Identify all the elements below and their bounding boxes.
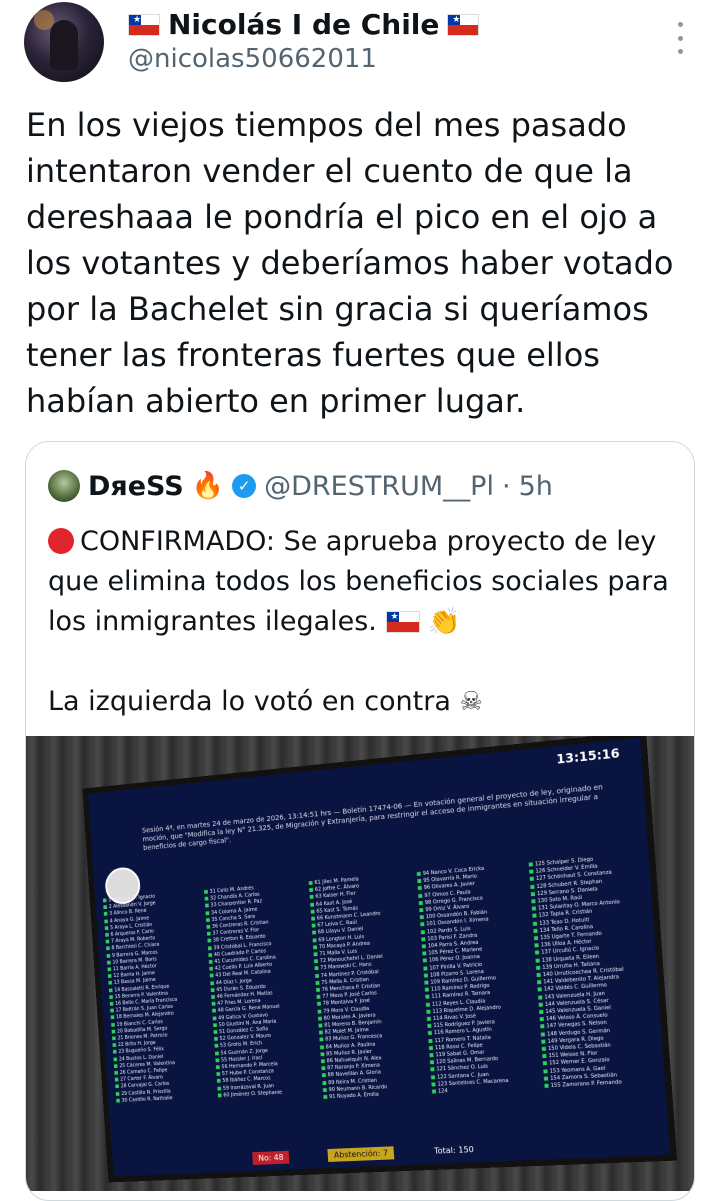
vote-column-4: 94 Ñanco V. Coca Ericka95 Olavarría R. M… <box>416 862 543 1133</box>
avatar-figure <box>50 20 78 70</box>
quoted-paragraph-2: La izquierda lo votó en contra ☠ <box>48 682 678 722</box>
chile-flag-icon: ★ <box>447 13 480 36</box>
quoted-line-2: La izquierda lo votó en contra <box>48 686 451 717</box>
quoted-author-avatar[interactable] <box>48 470 80 502</box>
quoted-author-name[interactable]: DяeSS <box>88 471 184 502</box>
no-votes-count: No: 48 <box>252 1150 290 1165</box>
vote-column-1: 1 Achurra D. Ignacio2 Alessandri V. Jorg… <box>102 890 217 1147</box>
separator-dot: · <box>501 470 511 502</box>
quoted-tweet[interactable]: DяeSS 🔥 ✓ @DRESTRUM__Pl · 5h CONFIRMADO:… <box>25 441 695 1201</box>
quoted-tweet-header: DяeSS 🔥 ✓ @DRESTRUM__Pl · 5h <box>48 470 553 502</box>
voting-board: 13:15:16 Sesión 4ª, en martes 24 de marz… <box>88 737 671 1177</box>
more-options-icon[interactable] <box>672 22 688 54</box>
skull-crossbones-icon: ☠ <box>459 687 483 717</box>
abstention-count: Abstención: 7 <box>327 1145 395 1162</box>
total-votes: Total: 150 <box>433 1144 475 1156</box>
fire-icon: 🔥 <box>191 471 225 501</box>
vote-column-2: 31 Celis M. Andrés32 Chandía A. Carlos33… <box>204 881 322 1143</box>
quoted-author-handle[interactable]: @DRESTRUM__Pl <box>264 471 494 502</box>
author-avatar[interactable] <box>24 2 104 82</box>
author-name[interactable]: Nicolás I de Chile <box>168 8 439 41</box>
vote-column-3: 61 Jiles M. Pamela62 Joffre C. Álvaro63 … <box>308 872 430 1138</box>
chile-flag-icon: ★ <box>128 13 160 36</box>
board-vote-columns: 1 Achurra D. Ignacio2 Alessandri V. Jorg… <box>102 853 659 1148</box>
quoted-line-1: CONFIRMADO: Se aprueba proyecto de ley q… <box>48 526 669 637</box>
chile-flag-icon: ★ <box>385 611 420 633</box>
quoted-tweet-image[interactable]: 13:15:16 Sesión 4ª, en martes 24 de marz… <box>26 736 694 1191</box>
quoted-tweet-time[interactable]: 5h <box>519 471 553 502</box>
clapping-hands-icon: 👏 <box>428 607 461 637</box>
author-name-row[interactable]: ★ Nicolás I de Chile ★ <box>128 8 480 41</box>
quoted-tweet-text: CONFIRMADO: Se aprueba proyecto de ley q… <box>48 522 678 722</box>
board-title: Sesión 4ª, en martes 24 de marzo de 2026… <box>141 782 604 853</box>
verified-badge-icon: ✓ <box>232 474 257 498</box>
red-circle-icon <box>48 528 74 554</box>
board-time: 13:15:16 <box>555 745 621 767</box>
quoted-paragraph-1: CONFIRMADO: Se aprueba proyecto de ley q… <box>48 522 678 642</box>
author-handle[interactable]: @nicolas50662011 <box>128 44 377 74</box>
tweet-text: En los viejos tiempos del mes pasado int… <box>26 106 674 420</box>
vote-column-5: 125 Schalper S. Diego126 Schneider V. Em… <box>528 853 659 1129</box>
